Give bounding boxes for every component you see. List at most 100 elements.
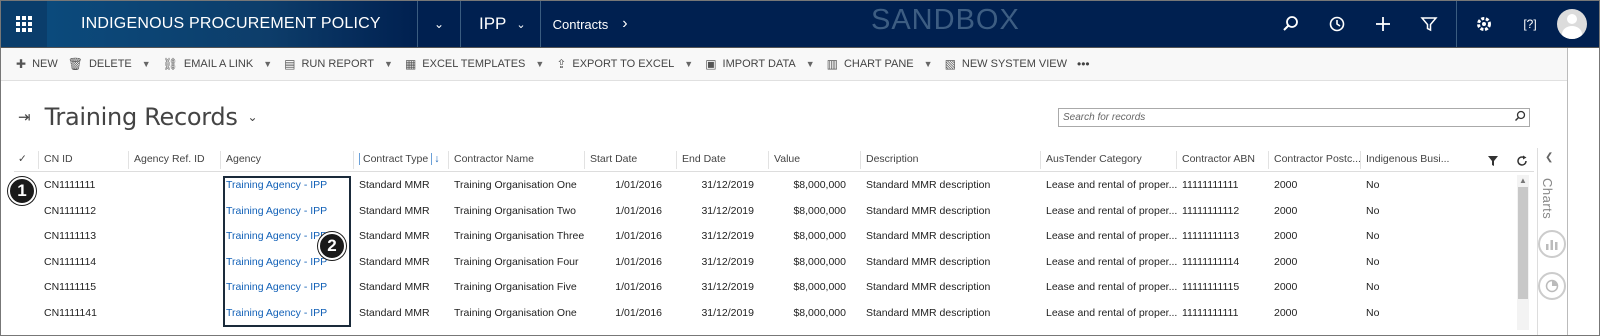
grid-filter-icon[interactable] bbox=[1487, 155, 1499, 170]
command-excel-templates[interactable]: ▦ EXCEL TEMPLATES bbox=[405, 57, 525, 71]
search-icon[interactable] bbox=[1268, 1, 1314, 47]
recent-history-icon[interactable] bbox=[1314, 1, 1360, 47]
column-header-end-date[interactable]: End Date bbox=[682, 153, 770, 165]
module-name[interactable]: IPP bbox=[461, 1, 516, 47]
cell-start-date: 1/01/2016 bbox=[615, 255, 662, 268]
cell-value: $8,000,000 bbox=[793, 306, 846, 319]
column-header-value[interactable]: Value bbox=[774, 153, 862, 165]
link-icon: ⛓ bbox=[162, 57, 178, 71]
create-plus-icon[interactable] bbox=[1360, 1, 1406, 47]
import-icon: ▣ bbox=[705, 57, 717, 71]
cell-indigenous-busi: No bbox=[1366, 230, 1380, 242]
view-selector-chevron-icon[interactable]: ⌄ bbox=[248, 110, 258, 124]
chart-icon: ▥ bbox=[826, 57, 838, 71]
cell-end-date: 31/12/2019 bbox=[701, 255, 754, 268]
dropdown-caret-icon[interactable]: ▼ bbox=[263, 59, 272, 69]
pie-chart-icon[interactable] bbox=[1538, 272, 1566, 300]
command-chart-pane[interactable]: ▥ CHART PANE bbox=[827, 57, 914, 71]
cell-end-date: 31/12/2019 bbox=[701, 230, 754, 242]
command-new[interactable]: ✚ NEW bbox=[16, 57, 58, 71]
more-commands-button[interactable]: ••• bbox=[1077, 57, 1090, 71]
command-email-a-link[interactable]: ⛓ EMAIL A LINK bbox=[163, 57, 254, 71]
command-export-to-excel[interactable]: ⇪ EXPORT TO EXCEL bbox=[556, 57, 674, 71]
cell-contractor-postc: 2000 bbox=[1274, 281, 1298, 293]
dropdown-caret-icon[interactable]: ▼ bbox=[806, 59, 815, 69]
cell-indigenous-busi: No bbox=[1366, 204, 1380, 217]
grid-header-row: ✓ CN ID Agency Ref. ID Agency Contract Type… bbox=[14, 148, 1534, 172]
column-header-austender-category[interactable]: AusTender Category bbox=[1046, 153, 1178, 165]
search-records-input[interactable]: Search for records bbox=[1058, 108, 1530, 127]
search-records-icon[interactable] bbox=[1514, 110, 1526, 125]
cell-contractor-abn: 11111111115 bbox=[1182, 281, 1240, 293]
command-new-system-view[interactable]: ▧ NEW SYSTEM VIEW bbox=[945, 57, 1067, 71]
column-header-contractor-abn[interactable]: Contractor ABN bbox=[1182, 153, 1270, 165]
expand-charts-chevron-icon[interactable]: ❮ bbox=[1545, 152, 1553, 163]
dropdown-caret-icon[interactable]: ▼ bbox=[924, 59, 933, 69]
column-header-description[interactable]: Description bbox=[866, 153, 1042, 165]
settings-gear-icon[interactable] bbox=[1461, 1, 1507, 47]
cell-contractor-postc: 2000 bbox=[1274, 179, 1298, 191]
column-header-contractor-postc[interactable]: Contractor Postc... bbox=[1274, 153, 1362, 165]
dropdown-caret-icon[interactable]: ▼ bbox=[384, 59, 393, 69]
cell-cn-id: CN1111141 bbox=[44, 306, 97, 319]
app-menu-chevron-icon[interactable]: ⌄ bbox=[418, 1, 460, 47]
column-header-indigenous-busi[interactable]: Indigenous Busi... bbox=[1366, 153, 1466, 165]
help-icon[interactable]: [?] bbox=[1507, 1, 1553, 47]
column-header-agency[interactable]: Agency bbox=[226, 153, 354, 165]
cell-austender-category: Lease and rental of proper... bbox=[1046, 179, 1178, 191]
cell-cn-id: CN1111113 bbox=[44, 230, 97, 242]
command-import-data[interactable]: ▣ IMPORT DATA bbox=[705, 57, 795, 71]
column-header-contractor-name[interactable]: Contractor Name bbox=[454, 153, 586, 165]
cell-start-date: 1/01/2016 bbox=[615, 306, 662, 319]
cell-contractor-name: Training Organisation One bbox=[454, 179, 577, 191]
cell-contractor-postc: 2000 bbox=[1274, 306, 1298, 319]
column-header-cn-id[interactable]: CN ID bbox=[44, 153, 130, 165]
cell-contractor-abn: 11111111113 bbox=[1182, 230, 1240, 242]
advanced-find-filter-icon[interactable] bbox=[1406, 1, 1452, 47]
command-label: CHART PANE bbox=[843, 58, 914, 70]
cell-description: Standard MMR description bbox=[866, 179, 991, 191]
column-header-agency-ref-id[interactable]: Agency Ref. ID bbox=[134, 153, 222, 165]
cell-austender-category: Lease and rental of proper... bbox=[1046, 306, 1178, 319]
column-header-start-date[interactable]: Start Date bbox=[590, 153, 678, 165]
cell-contractor-name: Training Organisation Two bbox=[454, 204, 576, 217]
charts-panel-label[interactable]: Charts bbox=[1540, 178, 1555, 219]
callout-badge-2: 2 bbox=[318, 232, 346, 260]
scroll-up-arrow-icon[interactable]: ▲ bbox=[1519, 176, 1527, 185]
cell-contractor-name: Training Organisation Five bbox=[454, 281, 577, 293]
breadcrumb-contracts[interactable]: Contracts bbox=[553, 17, 609, 32]
scrollbar-thumb[interactable] bbox=[1518, 187, 1528, 299]
cell-indigenous-busi: No bbox=[1366, 255, 1380, 268]
module-chevron-icon[interactable]: ⌄ bbox=[516, 18, 539, 31]
cell-contract-type: Standard MMR bbox=[359, 255, 430, 268]
view-title[interactable]: Training Records bbox=[45, 103, 238, 131]
cell-contractor-abn: 11111111111 bbox=[1182, 306, 1239, 319]
dropdown-caret-icon[interactable]: ▼ bbox=[684, 59, 693, 69]
bar-chart-icon[interactable] bbox=[1538, 230, 1566, 258]
cell-contract-type: Standard MMR bbox=[359, 306, 430, 319]
cell-description: Standard MMR description bbox=[866, 281, 991, 293]
command-delete[interactable]: 🗑 DELETE bbox=[68, 57, 132, 71]
app-title[interactable]: INDIGENOUS PROCUREMENT POLICY bbox=[47, 1, 417, 47]
cell-contractor-name: Training Organisation Four bbox=[454, 255, 579, 268]
command-run-report[interactable]: ▤ RUN REPORT bbox=[284, 57, 374, 71]
cell-start-date: 1/01/2016 bbox=[615, 230, 662, 242]
select-all-checkmark-icon[interactable]: ✓ bbox=[18, 153, 27, 165]
dropdown-caret-icon[interactable]: ▼ bbox=[142, 59, 151, 69]
chevron-right-icon[interactable]: › bbox=[622, 15, 627, 33]
sort-descending-icon[interactable]: ↓ bbox=[434, 153, 439, 165]
column-header-contract-type[interactable]: Contract Type ↓ bbox=[359, 153, 449, 165]
user-avatar[interactable] bbox=[1557, 9, 1587, 39]
cell-cn-id: CN1111111 bbox=[44, 179, 96, 191]
dropdown-caret-icon[interactable]: ▼ bbox=[535, 59, 544, 69]
cell-contract-type: Standard MMR bbox=[359, 204, 430, 217]
cell-value: $8,000,000 bbox=[793, 230, 846, 242]
app-launcher-button[interactable] bbox=[1, 1, 47, 47]
pin-icon[interactable]: ⇥ bbox=[18, 108, 31, 126]
command-label: EXPORT TO EXCEL bbox=[572, 58, 675, 70]
refresh-icon[interactable] bbox=[1516, 155, 1528, 170]
command-label: RUN REPORT bbox=[301, 58, 375, 70]
search-placeholder: Search for records bbox=[1063, 112, 1146, 123]
cell-end-date: 31/12/2019 bbox=[701, 179, 754, 191]
cell-contractor-abn: 11111111112 bbox=[1182, 204, 1240, 217]
